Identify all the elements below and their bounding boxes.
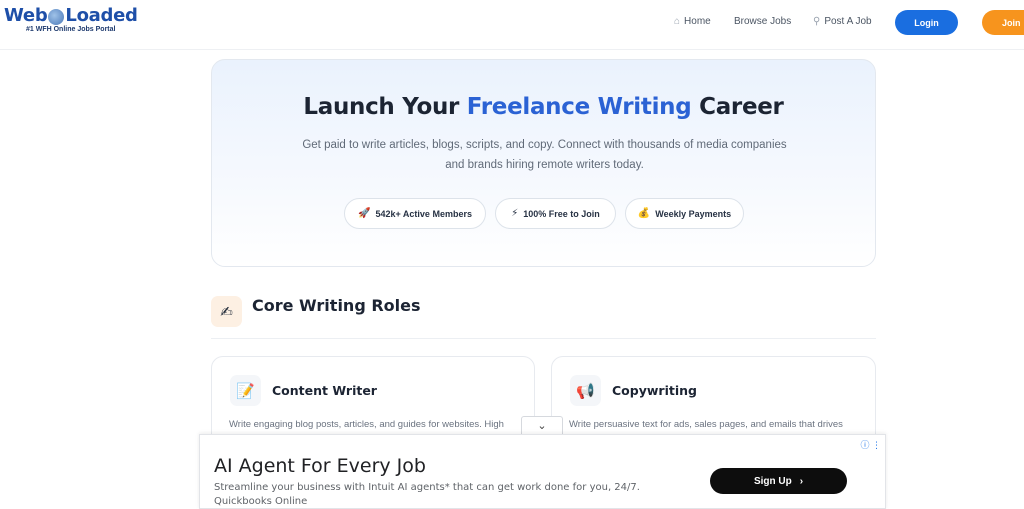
- ad-description: Streamline your business with Intuit AI …: [214, 481, 640, 509]
- hero-title-pre: Launch Your: [303, 94, 467, 120]
- hero-title-post: Career: [691, 94, 784, 120]
- ad-cta-label: Sign Up: [753, 475, 792, 487]
- home-icon: ⌂: [674, 16, 681, 27]
- globe-icon: [48, 8, 65, 25]
- hero-panel: Launch Your Freelance Writing Career Get…: [211, 59, 876, 267]
- role-card-title: Copywriting: [612, 383, 697, 398]
- megaphone-icon: 📢: [570, 375, 601, 406]
- hero-title: Launch Your Freelance Writing Career: [212, 94, 875, 120]
- login-button[interactable]: Login: [895, 10, 958, 35]
- logo-wordmark: Web Loaded: [4, 5, 138, 26]
- logo-text-left: Web: [4, 5, 48, 26]
- chevron-right-icon: ›: [799, 475, 804, 487]
- chevron-down-icon: ⌄: [537, 420, 547, 432]
- pill-label: 542k+ Active Members: [375, 208, 472, 219]
- ad-title[interactable]: AI Agent For Every Job: [214, 455, 426, 477]
- ad-banner[interactable]: ⓘ ⋮ AI Agent For Every Job Streamline yo…: [199, 434, 886, 509]
- rocket-icon: 🚀: [358, 208, 371, 219]
- hero-title-accent: Freelance Writing: [466, 94, 692, 120]
- payments-pill: 💰 Weekly Payments: [625, 198, 744, 229]
- ad-advertiser: Quickbooks Online: [214, 496, 308, 507]
- hero-subtitle: Get paid to write articles, blogs, scrip…: [302, 139, 787, 171]
- nav-browse-jobs-link[interactable]: Browse Jobs: [734, 16, 791, 27]
- members-pill: 🚀 542k+ Active Members: [344, 198, 486, 229]
- ad-sign-up-button[interactable]: Sign Up ›: [710, 468, 847, 494]
- money-bag-icon: 💰: [637, 208, 651, 219]
- ad-collapse-toggle[interactable]: ⌄: [521, 416, 563, 434]
- writing-hand-icon: ✍: [211, 296, 242, 327]
- site-header: Web Loaded #1 WFH Online Jobs Portal ⌂ H…: [0, 0, 1024, 50]
- role-card-description: Write engaging blog posts, articles, and…: [229, 419, 504, 430]
- section-title: Core Writing Roles: [252, 296, 421, 315]
- nav-home-label: Home: [684, 16, 711, 27]
- memo-icon: 📝: [230, 375, 261, 406]
- nav-home-link[interactable]: ⌂ Home: [674, 16, 711, 27]
- search-icon: ⚲: [813, 16, 821, 27]
- site-logo[interactable]: Web Loaded #1 WFH Online Jobs Portal: [4, 5, 138, 33]
- logo-tagline: #1 WFH Online Jobs Portal: [26, 26, 116, 33]
- logo-text-right: Loaded: [65, 5, 138, 26]
- nav-browse-label: Browse Jobs: [734, 16, 792, 27]
- lightning-icon: ⚡: [511, 208, 519, 219]
- role-card-title: Content Writer: [272, 383, 377, 398]
- pill-label: 100% Free to Join: [523, 208, 600, 219]
- role-card-description: Write persuasive text for ads, sales pag…: [569, 419, 843, 430]
- free-pill: ⚡ 100% Free to Join: [495, 198, 616, 229]
- join-button[interactable]: Join: [982, 10, 1024, 35]
- ad-choices-icon[interactable]: ⓘ ⋮: [860, 438, 881, 451]
- section-divider: [211, 338, 876, 339]
- nav-post-job-link[interactable]: ⚲ Post A Job: [813, 16, 872, 27]
- pill-label: Weekly Payments: [655, 208, 732, 219]
- ad-desc-text: Streamline your business with Intuit AI …: [214, 482, 640, 493]
- nav-post-label: Post A Job: [824, 16, 872, 27]
